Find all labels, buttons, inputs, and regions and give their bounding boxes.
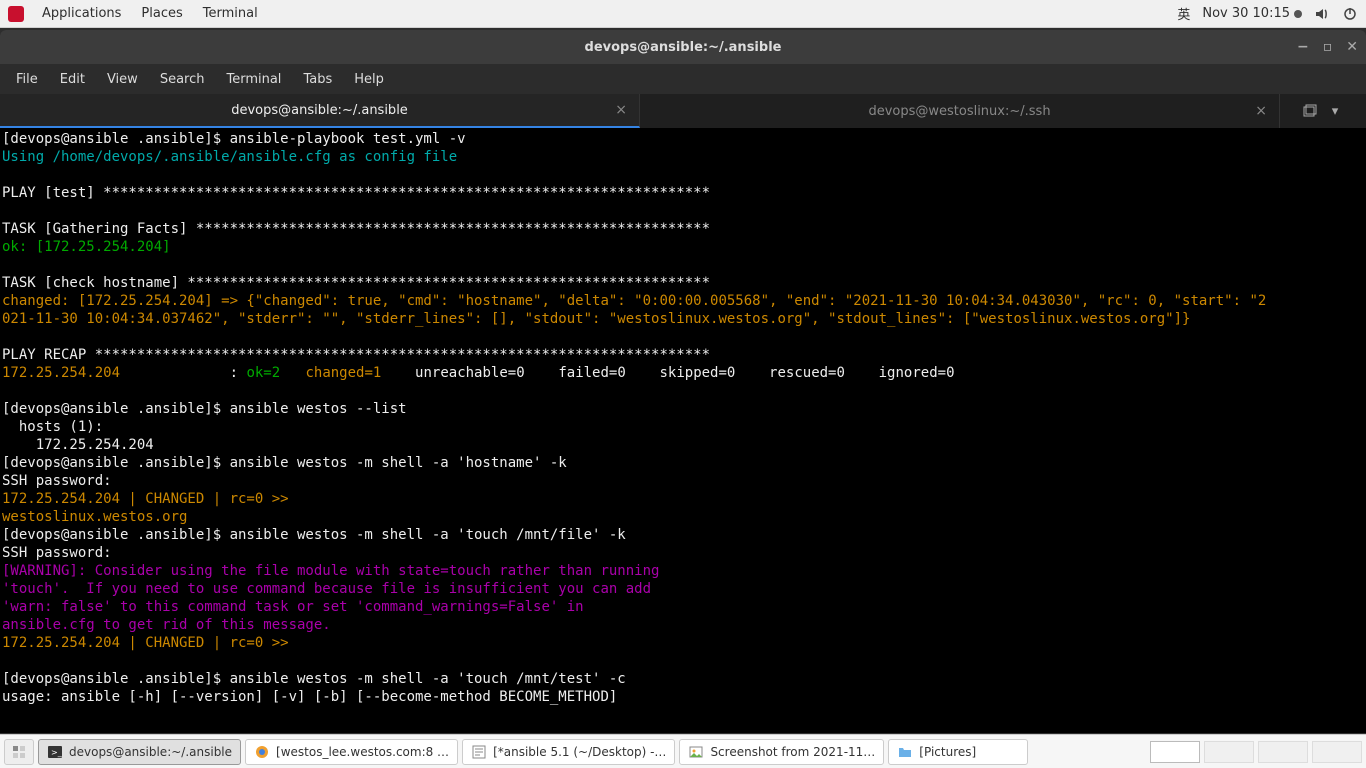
task-label: [Pictures] (919, 745, 976, 759)
system-tray: 英 Nov 30 10:15 (1177, 4, 1358, 23)
window-title: devops@ansible:~/.ansible (585, 40, 782, 55)
terminal-line: [devops@ansible .ansible]$ ansible westo… (2, 671, 626, 687)
terminal-line: PLAY RECAP *****************************… (2, 347, 710, 363)
terminal-window: devops@ansible:~/.ansible − ▫ ✕ File Edi… (0, 30, 1366, 733)
svg-text:>_: >_ (51, 748, 63, 757)
menu-terminal[interactable]: Terminal (216, 68, 291, 91)
task-label: Screenshot from 2021-11… (710, 745, 875, 759)
workspace-switcher[interactable] (4, 739, 34, 765)
top-panel: Applications Places Terminal 英 Nov 30 10… (0, 0, 1366, 28)
tray-slot (1258, 741, 1308, 763)
terminal-line: TASK [check hostname] ******************… (2, 275, 710, 291)
terminal-line: SSH password: (2, 545, 120, 561)
tray-input[interactable] (1150, 741, 1200, 763)
terminal-line: 172.25.254.204 | CHANGED | rc=0 >> (2, 635, 289, 651)
tray-slot (1312, 741, 1362, 763)
menu-file[interactable]: File (6, 68, 48, 91)
terminal-line: [WARNING]: Consider using the file modul… (2, 563, 659, 579)
terminal-icon: >_ (47, 744, 63, 760)
folder-icon (897, 744, 913, 760)
distro-icon (8, 6, 24, 22)
browser-icon (254, 744, 270, 760)
volume-icon[interactable] (1314, 6, 1330, 22)
image-icon (688, 744, 704, 760)
menu-view[interactable]: View (97, 68, 148, 91)
new-tab-button[interactable] (1302, 103, 1318, 119)
terminal-line: hosts (1): (2, 419, 103, 435)
task-label: devops@ansible:~/.ansible (69, 745, 232, 759)
power-icon[interactable] (1342, 6, 1358, 22)
close-button[interactable]: ✕ (1346, 39, 1358, 55)
tab-close-icon[interactable]: × (1255, 103, 1267, 119)
menu-tabs[interactable]: Tabs (293, 68, 342, 91)
terminal-line: [devops@ansible .ansible]$ ansible westo… (2, 401, 407, 417)
terminal-line: [devops@ansible .ansible]$ ansible-playb… (2, 131, 466, 147)
maximize-button[interactable]: ▫ (1323, 39, 1333, 55)
places-menu[interactable]: Places (131, 6, 192, 21)
task-editor[interactable]: [*ansible 5.1 (~/Desktop) -… (462, 739, 675, 765)
task-terminal[interactable]: >_ devops@ansible:~/.ansible (38, 739, 241, 765)
tray-slot (1204, 741, 1254, 763)
task-browser[interactable]: [westos_lee.westos.com:8 … (245, 739, 458, 765)
task-image[interactable]: Screenshot from 2021-11… (679, 739, 884, 765)
clock[interactable]: Nov 30 10:15 (1202, 6, 1302, 21)
recap-sep: : (120, 365, 246, 381)
recap-host: 172.25.254.204 (2, 365, 120, 381)
applications-menu[interactable]: Applications (32, 6, 131, 21)
menu-search[interactable]: Search (150, 68, 215, 91)
editor-icon (471, 744, 487, 760)
terminal-line: [devops@ansible .ansible]$ ansible westo… (2, 527, 626, 543)
terminal-output[interactable]: [devops@ansible .ansible]$ ansible-playb… (0, 128, 1366, 733)
terminal-line: 'touch'. If you need to use command beca… (2, 581, 651, 597)
tab-2[interactable]: devops@westoslinux:~/.ssh × (640, 94, 1280, 128)
task-files[interactable]: [Pictures] (888, 739, 1028, 765)
recap-changed: changed=1 (305, 365, 406, 381)
task-label: [*ansible 5.1 (~/Desktop) -… (493, 745, 666, 759)
terminal-line: PLAY [test] ****************************… (2, 185, 710, 201)
tab-label: devops@westoslinux:~/.ssh (868, 104, 1050, 119)
input-method-indicator[interactable]: 英 (1177, 4, 1190, 23)
terminal-line: westoslinux.westos.org (2, 509, 187, 525)
menu-help[interactable]: Help (344, 68, 394, 91)
tabbar: devops@ansible:~/.ansible × devops@westo… (0, 94, 1366, 128)
terminal-line: TASK [Gathering Facts] *****************… (2, 221, 710, 237)
menubar: File Edit View Search Terminal Tabs Help (0, 64, 1366, 94)
recap-ok: ok=2 (246, 365, 305, 381)
terminal-line: 172.25.254.204 | CHANGED | rc=0 >> (2, 491, 289, 507)
terminal-line: 172.25.254.204 (2, 437, 154, 453)
window-titlebar[interactable]: devops@ansible:~/.ansible − ▫ ✕ (0, 30, 1366, 64)
terminal-line: Using /home/devops/.ansible/ansible.cfg … (2, 149, 457, 165)
terminal-line: usage: ansible [-h] [--version] [-v] [-b… (2, 689, 617, 705)
recap-rest: unreachable=0 failed=0 skipped=0 rescued… (407, 365, 955, 381)
terminal-line: ansible.cfg to get rid of this message. (2, 617, 331, 633)
terminal-line: ok: [172.25.254.204] (2, 239, 171, 255)
terminal-menu[interactable]: Terminal (193, 6, 268, 21)
taskbar: >_ devops@ansible:~/.ansible [westos_lee… (0, 734, 1366, 768)
minimize-button[interactable]: − (1297, 39, 1309, 55)
task-label: [westos_lee.westos.com:8 … (276, 745, 449, 759)
terminal-line: SSH password: (2, 473, 120, 489)
terminal-line: 021-11-30 10:04:34.037462", "stderr": ""… (2, 311, 1190, 327)
tab-1[interactable]: devops@ansible:~/.ansible × (0, 94, 640, 128)
tab-close-icon[interactable]: × (615, 102, 627, 118)
terminal-line: [devops@ansible .ansible]$ ansible westo… (2, 455, 567, 471)
tab-label: devops@ansible:~/.ansible (231, 103, 408, 118)
terminal-line: changed: [172.25.254.204] => {"changed":… (2, 293, 1266, 309)
menu-edit[interactable]: Edit (50, 68, 95, 91)
tab-menu-icon[interactable]: ▾ (1332, 104, 1339, 119)
terminal-line: 'warn: false' to this command task or se… (2, 599, 584, 615)
